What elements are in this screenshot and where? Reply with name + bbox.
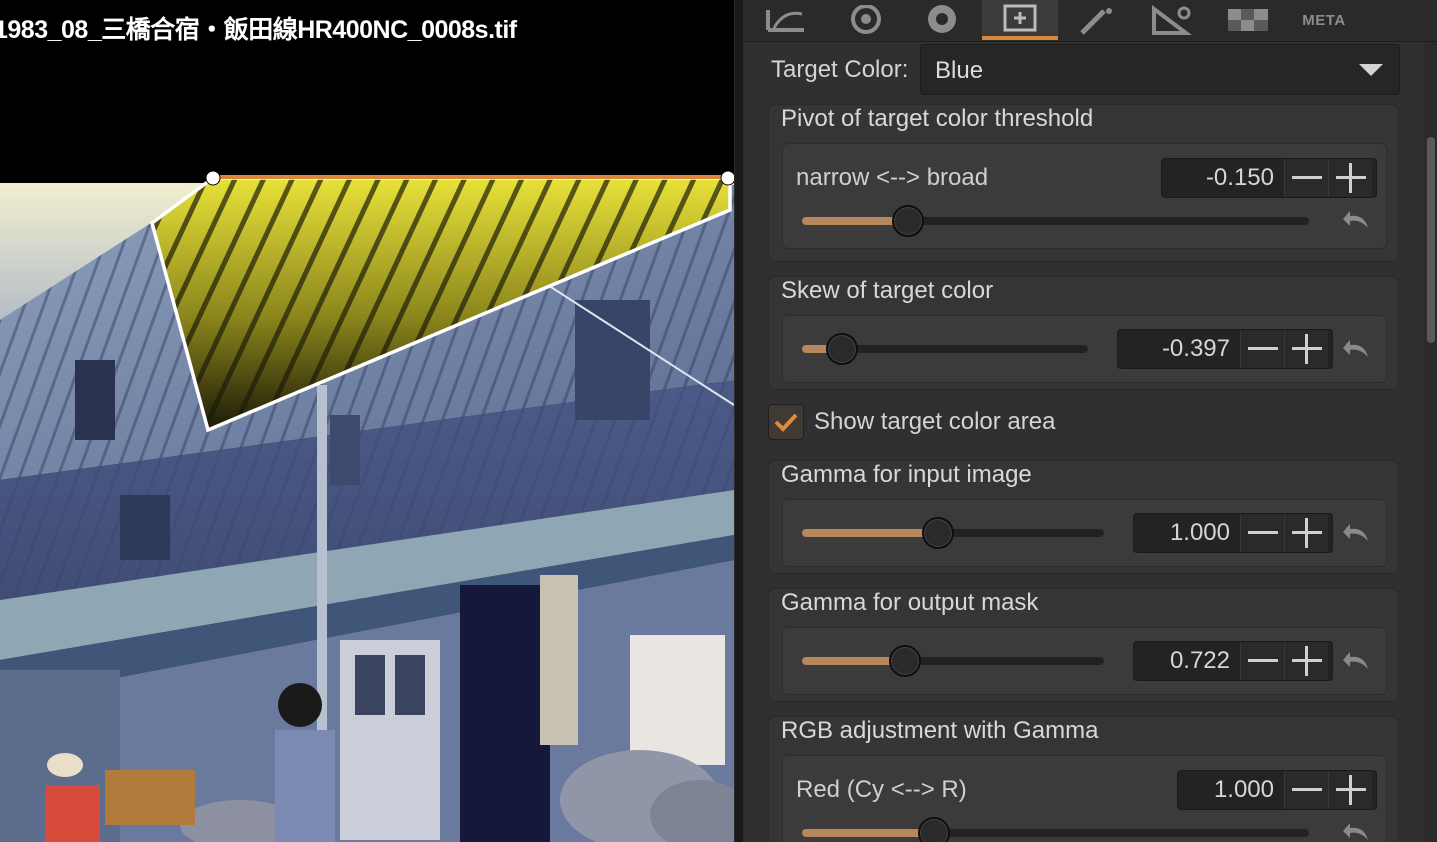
gamma-output-value[interactable]: 0.722 [1134,647,1240,675]
pivot-inner: narrow <--> broad -0.150 [782,143,1387,249]
gamma-input-slider-fill [802,529,938,537]
rgb-group: RGB adjustment with Gamma Red (Cy <--> R… [768,716,1399,842]
gamma-output-slider[interactable] [802,645,1104,677]
magic-wand-icon[interactable] [1066,0,1126,40]
adjustment-panel: META Target Color: Blue Pivot of target … [744,0,1437,842]
plus-icon[interactable] [1328,159,1372,197]
tool-tabs: META [744,0,1437,42]
red-slider[interactable] [802,817,1309,842]
pivot-slider-knob[interactable] [892,205,925,237]
pivot-value[interactable]: -0.150 [1162,164,1284,192]
tone-curve-icon[interactable] [756,0,816,40]
gamma-output-group: Gamma for output mask 0.722 [768,588,1399,702]
minus-icon[interactable] [1240,330,1284,368]
gamma-output-title: Gamma for output mask [781,589,1039,616]
minus-icon[interactable] [1240,642,1284,680]
geometry-ruler-icon[interactable] [1142,0,1202,40]
checkerboard-icon[interactable] [1218,0,1278,40]
color-balance-icon[interactable] [836,0,896,40]
red-slider-fill [802,829,934,837]
meta-icon[interactable]: META [1294,0,1354,40]
minus-icon[interactable] [1284,771,1328,809]
image-viewer[interactable]: 1983_08_三橋合宿・飯田線HR400NC_0008s.tif [0,0,734,842]
show-target-area-label: Show target color area [814,408,1056,435]
red-value[interactable]: 1.000 [1178,776,1284,804]
rgb-inner: Red (Cy <--> R) 1.000 [782,755,1387,842]
target-color-select[interactable]: Blue [920,44,1400,95]
gamma-input-group: Gamma for input image 1.000 [768,460,1399,574]
skew-group: Skew of target color -0.397 [768,276,1399,390]
skew-value[interactable]: -0.397 [1118,335,1240,363]
plus-icon[interactable] [1284,514,1328,552]
gamma-input-inner: 1.000 [782,499,1387,567]
skew-slider-knob[interactable] [826,333,859,365]
color-wheel-icon[interactable] [912,0,972,40]
plus-icon[interactable] [1284,330,1328,368]
gamma-input-slider[interactable] [802,517,1104,549]
panel-scrollbar[interactable] [1424,42,1437,842]
meta-tab-label: META [1302,11,1346,29]
target-color-label: Target Color: [771,55,909,83]
red-slider-knob[interactable] [917,817,950,842]
reset-icon[interactable] [1342,651,1370,671]
skew-inner: -0.397 [782,315,1387,383]
skew-group-title: Skew of target color [781,277,994,304]
red-number-field[interactable]: 1.000 [1177,770,1377,810]
reset-icon[interactable] [1342,339,1370,359]
rgb-group-title: RGB adjustment with Gamma [781,717,1099,744]
pivot-group: Pivot of target color threshold narrow <… [768,104,1399,262]
gamma-output-inner: 0.722 [782,627,1387,695]
show-target-area-checkbox[interactable] [768,404,804,440]
gamma-output-slider-knob[interactable] [888,645,921,677]
gamma-input-number-field[interactable]: 1.000 [1133,513,1333,553]
gamma-output-number-field[interactable]: 0.722 [1133,641,1333,681]
gamma-input-value[interactable]: 1.000 [1134,519,1240,547]
reset-icon[interactable] [1342,523,1370,543]
gamma-input-title: Gamma for input image [781,461,1032,488]
reset-icon[interactable] [1342,210,1370,230]
checkmark-icon [774,413,798,432]
target-color-icon[interactable] [982,0,1058,40]
minus-icon[interactable] [1240,514,1284,552]
skew-number-field[interactable]: -0.397 [1117,329,1333,369]
show-target-area-row[interactable]: Show target color area [768,404,1055,440]
chevron-down-icon [1359,64,1383,76]
scrollbar-thumb[interactable] [1427,137,1435,343]
reset-icon[interactable] [1342,822,1370,842]
target-color-value: Blue [935,57,984,84]
pivot-group-title: Pivot of target color threshold [781,105,1094,132]
skew-slider[interactable] [802,333,1088,365]
target-color-row: Target Color: [771,44,908,95]
red-label: Red (Cy <--> R) [796,776,967,803]
minus-icon[interactable] [1284,159,1328,197]
pivot-label: narrow <--> broad [796,164,989,191]
plus-icon[interactable] [1328,771,1372,809]
gamma-input-slider-knob[interactable] [921,517,954,549]
plus-icon[interactable] [1284,642,1328,680]
photo-canvas[interactable] [0,0,734,842]
pivot-slider[interactable] [802,205,1309,237]
pivot-number-field[interactable]: -0.150 [1161,158,1377,198]
image-filename: 1983_08_三橋合宿・飯田線HR400NC_0008s.tif [0,16,517,44]
panel-divider[interactable] [734,0,744,842]
